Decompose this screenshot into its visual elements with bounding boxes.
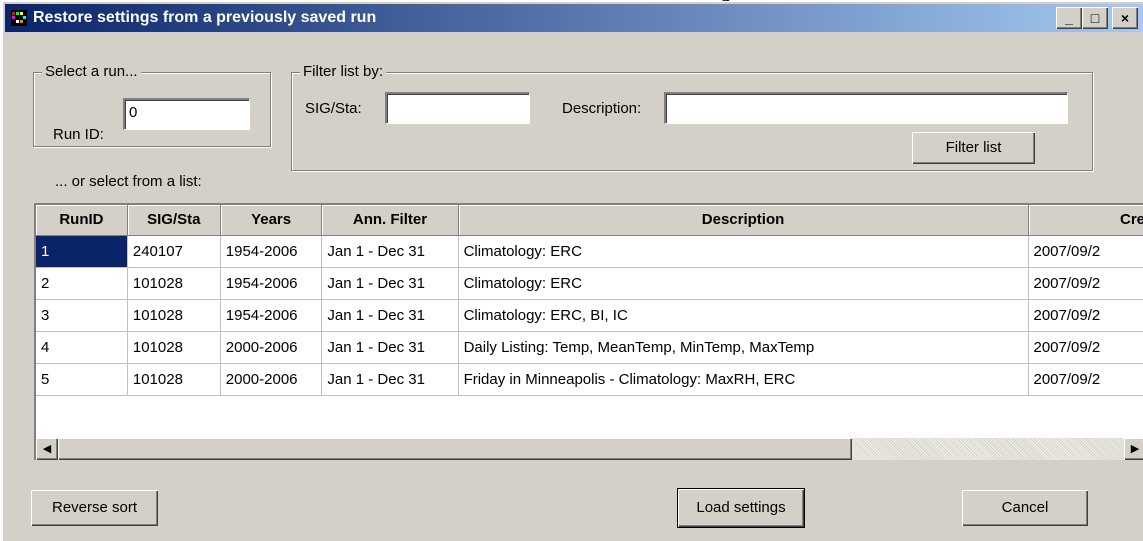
table-row[interactable]: 1 240107 1954-2006 Jan 1 - Dec 31 Climat…: [36, 235, 1143, 268]
cell-run-id[interactable]: 3: [36, 299, 128, 332]
load-settings-button[interactable]: Load settings: [677, 488, 805, 528]
cell-run-id[interactable]: 4: [36, 331, 128, 364]
cell-years[interactable]: 2000-2006: [220, 363, 323, 396]
dialog-window: Restore settings from a previously saved…: [2, 1, 1143, 541]
cell-run-id[interactable]: 1: [36, 235, 128, 268]
table-row[interactable]: 2 101028 1954-2006 Jan 1 - Dec 31 Climat…: [36, 267, 1143, 300]
sig-sta-label: SIG/Sta:: [305, 100, 362, 117]
cell-sig-sta[interactable]: 101028: [127, 363, 221, 396]
cell-years[interactable]: 1954-2006: [220, 267, 323, 300]
scrollbar-thumb[interactable]: [58, 438, 852, 460]
run-id-label: Run ID:: [53, 126, 104, 143]
cell-years[interactable]: 1954-2006: [220, 235, 323, 268]
run-id-input[interactable]: 0: [123, 98, 250, 130]
minimize-icon: _: [1065, 10, 1073, 26]
cell-sig-sta[interactable]: 101028: [127, 331, 221, 364]
title-bar[interactable]: Restore settings from a previously saved…: [5, 4, 1143, 32]
arrow-left-icon: ◀: [42, 443, 52, 455]
select-run-group-label: Select a run...: [42, 63, 141, 81]
cell-sig-sta[interactable]: 240107: [127, 235, 221, 268]
horizontal-scrollbar[interactable]: ◀ ▶: [36, 438, 1143, 460]
table-row[interactable]: 3 101028 1954-2006 Jan 1 - Dec 31 Climat…: [36, 299, 1143, 332]
filter-list-button[interactable]: Filter list: [912, 132, 1035, 164]
cell-description[interactable]: Friday in Minneapolis - Climatology: Max…: [458, 363, 1029, 396]
cell-run-id[interactable]: 2: [36, 267, 128, 300]
cell-ann-filter[interactable]: Jan 1 - Dec 31: [321, 299, 459, 332]
description-label: Description:: [562, 100, 642, 117]
table-row[interactable]: 4 101028 2000-2006 Jan 1 - Dec 31 Daily …: [36, 331, 1143, 364]
reverse-sort-button[interactable]: Reverse sort: [31, 490, 158, 526]
cell-sig-sta[interactable]: 101028: [127, 267, 221, 300]
cell-ann-filter[interactable]: Jan 1 - Dec 31: [321, 363, 459, 396]
cell-created[interactable]: 2007/09/2: [1028, 267, 1143, 300]
cell-run-id[interactable]: 5: [36, 363, 128, 396]
column-header-sig-sta[interactable]: SIG/Sta: [127, 205, 221, 236]
cell-created[interactable]: 2007/09/2: [1028, 299, 1143, 332]
list-label: ... or select from a list:: [55, 173, 202, 190]
column-header-years[interactable]: Years: [220, 205, 323, 236]
maximize-button[interactable]: □: [1082, 7, 1108, 29]
table-row[interactable]: 5 101028 2000-2006 Jan 1 - Dec 31 Friday…: [36, 363, 1143, 396]
arrow-right-icon: ▶: [1130, 443, 1140, 455]
close-button[interactable]: ×: [1112, 7, 1138, 29]
minimize-button[interactable]: _: [1056, 7, 1082, 29]
table-header-row: RunID SIG/Sta Years Ann. Filter Descript…: [36, 205, 1143, 236]
maximize-icon: □: [1090, 10, 1100, 26]
window-title: Restore settings from a previously saved…: [33, 9, 377, 26]
column-header-created[interactable]: Cre: [1028, 205, 1143, 236]
cell-description[interactable]: Daily Listing: Temp, MeanTemp, MinTemp, …: [458, 331, 1029, 364]
cell-description[interactable]: Climatology: ERC, BI, IC: [458, 299, 1029, 332]
cell-created[interactable]: 2007/09/2: [1028, 363, 1143, 396]
cell-created[interactable]: 2007/09/2: [1028, 331, 1143, 364]
cell-ann-filter[interactable]: Jan 1 - Dec 31: [321, 267, 459, 300]
cancel-button[interactable]: Cancel: [962, 490, 1088, 526]
scroll-left-button[interactable]: ◀: [36, 438, 58, 460]
scroll-right-button[interactable]: ▶: [1124, 438, 1143, 460]
close-icon: ×: [1120, 10, 1130, 26]
cell-years[interactable]: 2000-2006: [220, 331, 323, 364]
app-icon: [11, 10, 27, 26]
runs-grid[interactable]: RunID SIG/Sta Years Ann. Filter Descript…: [34, 203, 1143, 460]
column-header-description[interactable]: Description: [458, 205, 1029, 236]
cell-ann-filter[interactable]: Jan 1 - Dec 31: [321, 235, 459, 268]
column-header-ann-filter[interactable]: Ann. Filter: [321, 205, 459, 236]
cell-description[interactable]: Climatology: ERC: [458, 267, 1029, 300]
cell-description[interactable]: Climatology: ERC: [458, 235, 1029, 268]
cell-ann-filter[interactable]: Jan 1 - Dec 31: [321, 331, 459, 364]
runs-table: RunID SIG/Sta Years Ann. Filter Descript…: [36, 205, 1143, 396]
cell-sig-sta[interactable]: 101028: [127, 299, 221, 332]
description-input[interactable]: [664, 92, 1068, 124]
cell-years[interactable]: 1954-2006: [220, 299, 323, 332]
cell-created[interactable]: 2007/09/2: [1028, 235, 1143, 268]
filter-group-label: Filter list by:: [300, 63, 387, 81]
sig-sta-input[interactable]: [385, 92, 530, 124]
column-header-runid[interactable]: RunID: [36, 205, 128, 236]
